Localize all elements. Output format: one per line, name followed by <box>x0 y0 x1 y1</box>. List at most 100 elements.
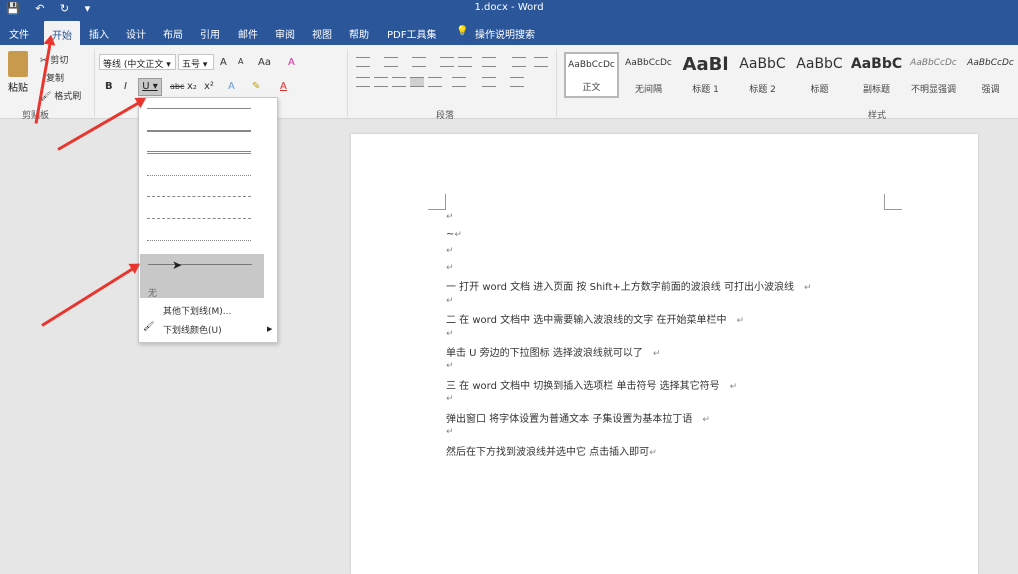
mouse-pointer-icon: ➤ <box>172 258 183 272</box>
underline-color-item[interactable]: 下划线颜色(U) <box>163 323 222 336</box>
strikethrough-button[interactable]: abc <box>170 82 184 91</box>
italic-button[interactable]: I <box>124 81 127 92</box>
font-color-button[interactable]: A <box>280 81 287 92</box>
submenu-arrow-icon: ▶ <box>267 325 273 333</box>
show-marks-icon[interactable] <box>534 57 548 67</box>
subscript-button[interactable]: x₂ <box>187 81 197 92</box>
crop-mark <box>884 194 902 210</box>
superscript-button[interactable]: x² <box>204 81 214 92</box>
tab-file[interactable]: 文件 <box>9 26 29 41</box>
multilevel-list-icon[interactable] <box>412 57 426 67</box>
bold-button[interactable]: B <box>105 81 113 92</box>
doc-empty-line[interactable]: ↵ <box>446 262 454 273</box>
crop-mark <box>428 194 446 210</box>
borders-icon[interactable] <box>510 77 524 87</box>
doc-text: 二 在 word 文档中 选中需要输入波浪线的文字 在开始菜单栏中 <box>446 315 727 326</box>
style-heading-1[interactable]: AaBl 标题 1 <box>678 52 733 98</box>
doc-empty-line[interactable]: ↵ <box>446 245 454 256</box>
paragraph-mark: ↵ <box>446 263 454 273</box>
style-preview: AaBbC <box>850 56 903 72</box>
doc-text-line[interactable]: 单击 U 旁边的下拉图标 选择波浪线就可以了 ↵ <box>446 344 660 359</box>
text-effects-icon[interactable]: A <box>228 81 235 92</box>
underline-dropdown: 无 其他下划线(M)... 🖌 下划线颜色(U) ▶ <box>138 97 278 343</box>
sort-icon[interactable] <box>512 57 526 67</box>
underline-none[interactable]: 无 <box>148 286 157 299</box>
font-size-combo[interactable]: 五号 ▾ <box>178 54 214 70</box>
align-left-icon[interactable] <box>356 77 370 87</box>
doc-text-line[interactable]: 弹出窗口 将字体设置为普通文本 子集设置为基本拉丁语 ↵ <box>446 410 710 425</box>
doc-empty-line[interactable]: ↵ <box>446 426 454 437</box>
underline-dashed[interactable] <box>147 196 251 197</box>
doc-text-line[interactable]: 然后在下方找到波浪线并选中它 点击插入即可↵ <box>446 443 657 458</box>
highlight-icon[interactable]: ✎ <box>252 81 260 92</box>
style-name: 正文 <box>582 83 601 93</box>
paragraph-mark: ↵ <box>446 329 454 339</box>
underline-double[interactable] <box>147 151 251 154</box>
style-subtitle[interactable]: AaBbC 副标题 <box>849 52 904 98</box>
doc-empty-line[interactable]: ↵ <box>446 328 454 339</box>
style-name: 副标题 <box>862 85 890 95</box>
doc-wave-line[interactable]: ~↵ <box>446 229 462 240</box>
tab-insert[interactable]: 插入 <box>89 26 109 41</box>
increase-indent-icon[interactable] <box>458 57 472 67</box>
styles-gallery: AaBbCcDc 正文 AaBbCcDc 无间隔 AaBl 标题 1 AaBbC… <box>562 50 1018 102</box>
shading-icon[interactable] <box>482 77 496 87</box>
more-underlines-item[interactable]: 其他下划线(M)... <box>163 304 231 317</box>
tab-help[interactable]: 帮助 <box>349 26 369 41</box>
align-center-icon[interactable] <box>374 77 388 87</box>
font-size-value: 五号 <box>182 60 201 70</box>
tab-mailings[interactable]: 邮件 <box>238 26 258 41</box>
tell-me-search[interactable]: 操作说明搜索 <box>475 26 535 41</box>
font-name-combo[interactable]: 等线 (中文正文 ▾ <box>99 54 176 70</box>
bullets-icon[interactable] <box>356 57 370 67</box>
doc-text-line[interactable]: 一 打开 word 文档 进入页面 按 Shift+上方数字前面的波浪线 可打出… <box>446 278 812 293</box>
doc-empty-line[interactable]: ↵ <box>446 360 454 371</box>
tab-layout[interactable]: 布局 <box>163 26 183 41</box>
doc-empty-line[interactable]: ↵ <box>446 295 454 306</box>
style-subtle-emphasis[interactable]: AaBbCcDc 不明显强调 <box>906 52 961 98</box>
doc-empty-line[interactable]: ↵ <box>446 393 454 404</box>
grow-font-button[interactable]: A <box>220 57 227 68</box>
tab-pdf-tools[interactable]: PDF工具集 <box>387 26 436 41</box>
doc-text-line[interactable]: 二 在 word 文档中 选中需要输入波浪线的文字 在开始菜单栏中 ↵ <box>446 311 744 326</box>
tab-review[interactable]: 审阅 <box>275 26 295 41</box>
clear-formatting-button[interactable]: A <box>288 57 295 68</box>
numbering-icon[interactable] <box>384 57 398 67</box>
style-preview: AaBbC <box>739 56 786 72</box>
underline-thick[interactable] <box>147 130 251 132</box>
copy-button[interactable]: 复制 <box>46 71 64 84</box>
distributed-icon[interactable] <box>428 77 442 87</box>
title-bar: 💾 ↶ ↻ ▾ 1.docx - Word <box>0 0 1018 18</box>
format-painter-button[interactable]: 🖌 格式刷 <box>40 89 81 102</box>
doc-text: 三 在 word 文档中 切换到插入选项栏 单击符号 选择其它符号 <box>446 381 720 392</box>
doc-empty-line[interactable]: ↵ <box>446 211 454 222</box>
line-spacing-icon[interactable] <box>452 77 466 87</box>
style-title[interactable]: AaBbC 标题 <box>792 52 847 98</box>
justify-icon[interactable] <box>410 77 424 87</box>
doc-text-line[interactable]: 三 在 word 文档中 切换到插入选项栏 单击符号 选择其它符号 ↵ <box>446 377 737 392</box>
style-no-spacing[interactable]: AaBbCcDc 无间隔 <box>621 52 676 98</box>
style-preview: AaBbCcDc <box>967 58 1014 68</box>
style-name: 无间隔 <box>634 85 662 95</box>
chinese-layout-icon[interactable] <box>482 57 496 67</box>
change-case-button[interactable]: Aa <box>258 57 271 68</box>
shrink-font-button[interactable]: A <box>238 57 243 66</box>
underline-dot-dot-dash[interactable] <box>147 240 251 241</box>
underline-dot-dash[interactable] <box>147 218 251 219</box>
underline-label: U <box>142 81 150 92</box>
style-emphasis[interactable]: AaBbCcDc 强调 <box>963 52 1018 98</box>
paste-button-label[interactable]: 粘贴 <box>8 79 28 94</box>
underline-wavy[interactable]: 无 <box>140 254 264 299</box>
style-heading-2[interactable]: AaBbC 标题 2 <box>735 52 790 98</box>
decrease-indent-icon[interactable] <box>440 57 454 67</box>
style-normal[interactable]: AaBbCcDc 正文 <box>564 52 619 98</box>
underline-single[interactable] <box>147 108 251 109</box>
paste-icon[interactable] <box>8 51 28 77</box>
tab-design[interactable]: 设计 <box>126 26 146 41</box>
underline-dotted[interactable] <box>147 175 251 176</box>
paragraph-mark: ↵ <box>736 316 745 326</box>
tab-view[interactable]: 视图 <box>312 26 332 41</box>
style-preview: AaBl <box>682 54 729 75</box>
align-right-icon[interactable] <box>392 77 406 87</box>
tab-references[interactable]: 引用 <box>200 26 220 41</box>
